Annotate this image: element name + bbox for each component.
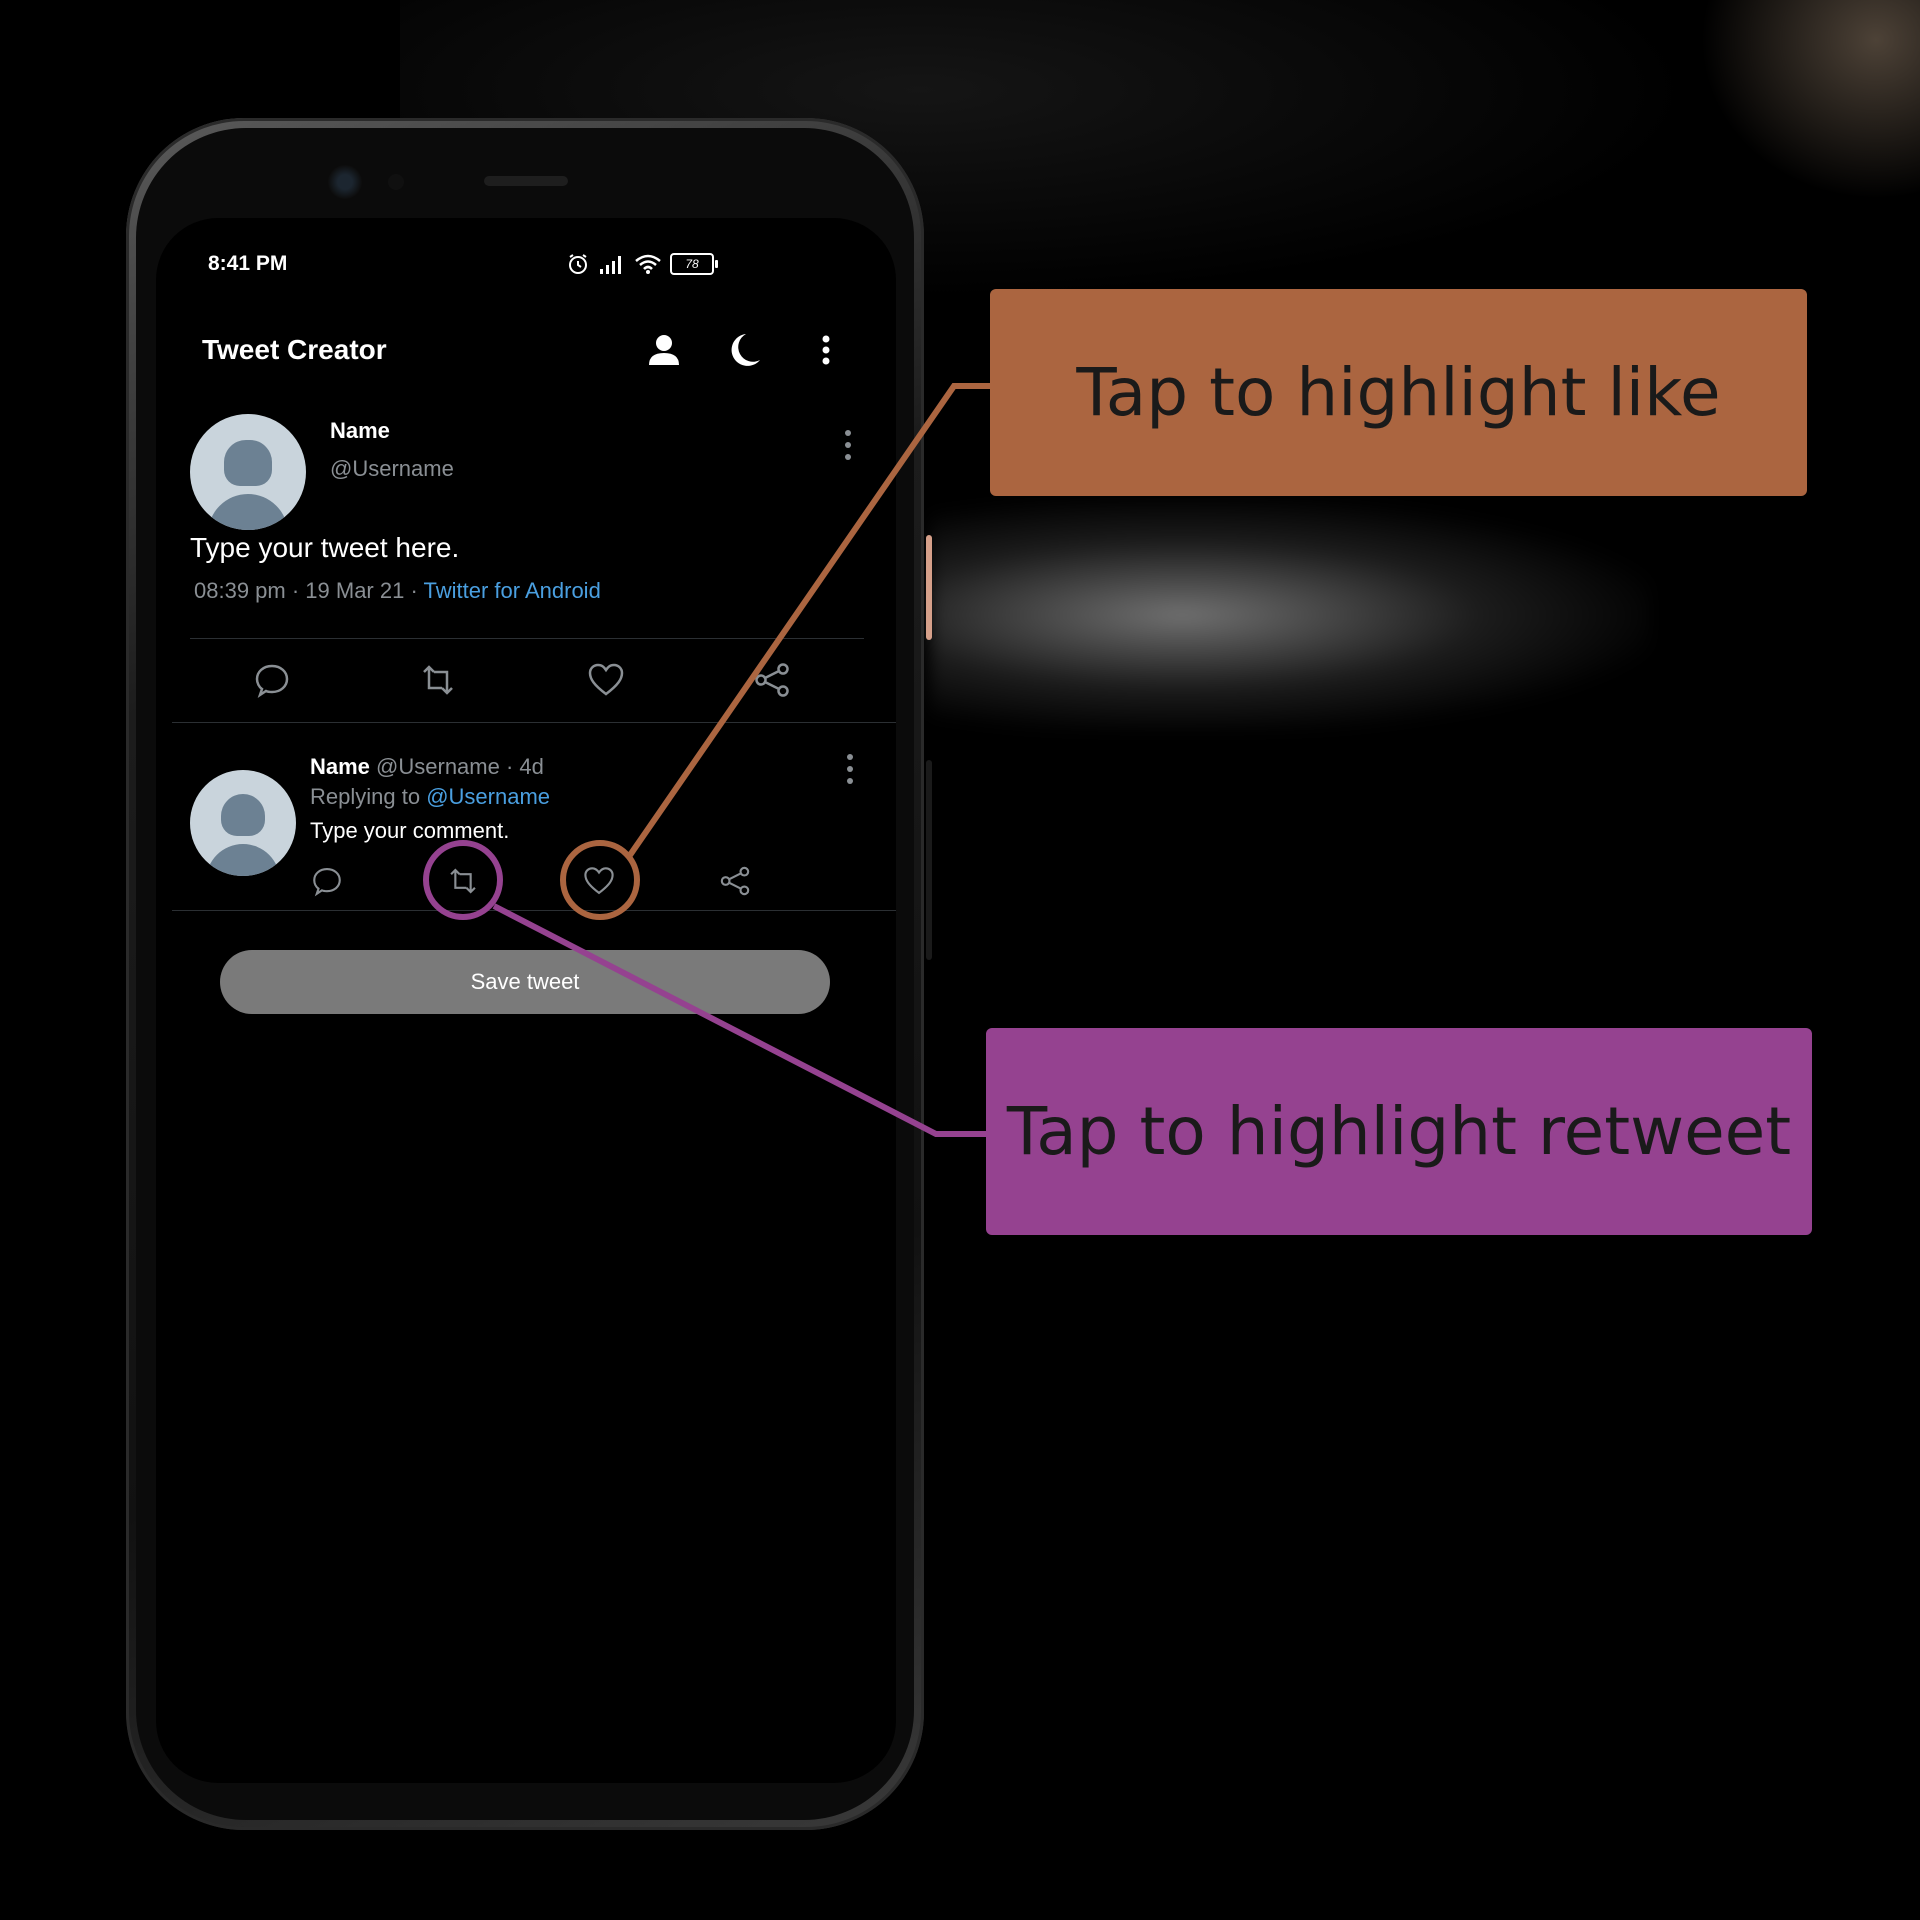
front-camera: [328, 165, 362, 199]
phone-power-button: [926, 535, 932, 640]
background-light-streak: [930, 500, 1650, 730]
tweet-text[interactable]: Type your tweet here.: [190, 532, 459, 564]
night-mode-icon[interactable]: [724, 330, 764, 370]
reply-author-name[interactable]: Name: [310, 754, 370, 779]
retweet-icon[interactable]: [418, 660, 458, 700]
tweet-timestamp: 08:39 pm · 19 Mar 21 ·: [194, 578, 424, 603]
tweet-source[interactable]: Twitter for Android: [424, 578, 601, 603]
like-icon[interactable]: [586, 660, 626, 700]
like-callout: Tap to highlight like: [990, 289, 1807, 496]
phone-screen: 8:41 PM 78 Tweet Creator Name @Username …: [156, 218, 896, 1783]
avatar[interactable]: [190, 414, 306, 530]
replying-to-user[interactable]: @Username: [426, 784, 550, 809]
retweet-callout: Tap to highlight retweet: [986, 1028, 1812, 1235]
tweet-options-icon[interactable]: [842, 428, 854, 462]
share-icon[interactable]: [718, 864, 752, 898]
profile-icon[interactable]: [644, 330, 684, 370]
reply-text[interactable]: Type your comment.: [310, 818, 509, 844]
like-callout-label: Tap to highlight like: [1076, 354, 1721, 431]
share-icon[interactable]: [752, 660, 792, 700]
divider: [190, 638, 864, 639]
proximity-sensor: [388, 174, 404, 190]
status-time: 8:41 PM: [208, 252, 288, 275]
signal-icon: [600, 256, 621, 274]
divider: [172, 910, 896, 911]
wifi-icon: [635, 254, 661, 274]
app-bar: Tweet Creator: [156, 310, 896, 390]
tweet-meta: 08:39 pm · 19 Mar 21 · Twitter for Andro…: [194, 578, 601, 604]
reply-icon[interactable]: [252, 660, 292, 700]
earpiece-speaker: [484, 176, 568, 186]
status-bar: 8:41 PM 78: [156, 246, 896, 282]
retweet-icon[interactable]: [446, 864, 480, 898]
reply-tweet: Name @Username · 4d Replying to @Usernam…: [156, 750, 896, 950]
save-tweet-button[interactable]: Save tweet: [220, 950, 830, 1014]
phone-volume-button: [926, 760, 932, 960]
retweet-callout-label: Tap to highlight retweet: [1006, 1093, 1792, 1170]
reply-avatar[interactable]: [190, 770, 296, 876]
tweet-author-username[interactable]: @Username: [330, 456, 454, 482]
divider: [172, 722, 896, 723]
background-light: [1700, 0, 1920, 200]
alarm-icon: [569, 254, 587, 274]
replying-to: Replying to @Username: [310, 784, 550, 810]
reply-icon[interactable]: [310, 864, 344, 898]
reply-username-time: @Username · 4d: [369, 754, 544, 779]
status-icons: 78: [566, 252, 718, 276]
reply-header: Name @Username · 4d: [310, 754, 544, 780]
more-vert-icon[interactable]: [806, 330, 846, 370]
reply-options-icon[interactable]: [844, 752, 856, 786]
replying-prefix: Replying to: [310, 784, 427, 809]
like-icon[interactable]: [582, 864, 616, 898]
tweet-author-name[interactable]: Name: [330, 418, 390, 444]
app-title: Tweet Creator: [202, 334, 387, 365]
battery-icon: 78: [670, 253, 718, 275]
